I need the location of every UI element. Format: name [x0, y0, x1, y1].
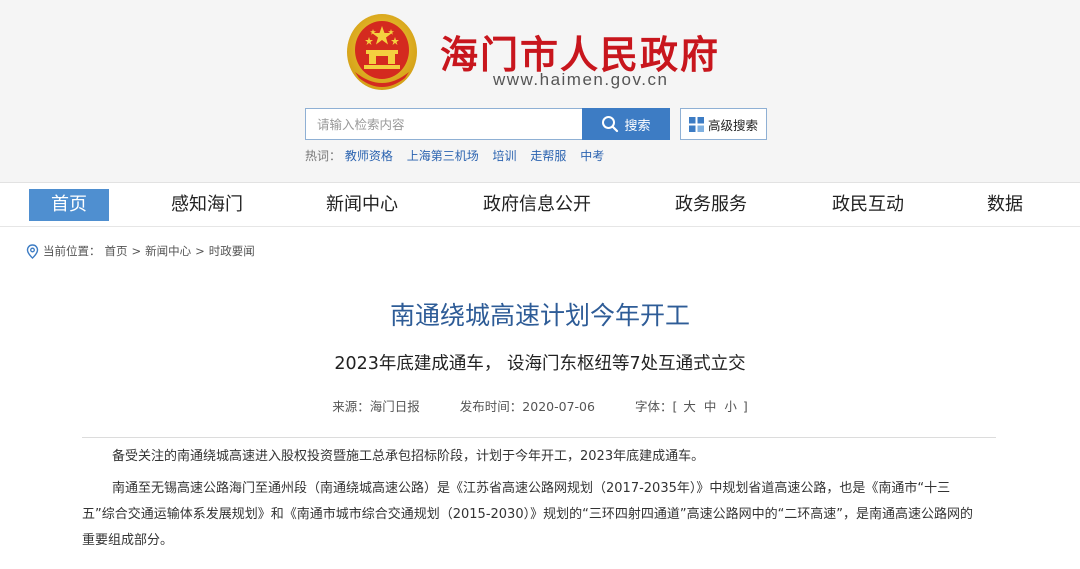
font-size-switch: 字体：[ 大 中 小 ]	[635, 399, 748, 414]
advanced-search-button[interactable]: 高级搜索	[680, 108, 767, 140]
article-meta: 来源：海门日报 发布时间：2020-07-06 字体：[ 大 中 小 ]	[0, 396, 1080, 415]
search-button[interactable]: 搜索	[582, 108, 670, 140]
breadcrumb: 当前位置： 首页 > 新闻中心 > 时政要闻	[26, 243, 255, 259]
breadcrumb-label: 当前位置：	[43, 244, 101, 258]
breadcrumb-separator: >	[195, 244, 205, 258]
breadcrumb-current[interactable]: 时政要闻	[209, 243, 255, 259]
font-size-large[interactable]: 大	[683, 399, 696, 414]
article-title: 南通绕城高速计划今年开工	[389, 301, 690, 330]
article-publish-time: 发布时间：2020-07-06	[459, 399, 595, 414]
hotword-link[interactable]: 培训	[493, 149, 517, 163]
font-size-small[interactable]: 小	[724, 399, 737, 414]
hotword-link[interactable]: 上海第三机场	[407, 149, 479, 163]
advanced-search-label: 高级搜索	[707, 117, 758, 133]
article-paragraph: 南通至无锡高速公路海门至通州段（南通绕城高速公路）是《江苏省高速公路网规划（20…	[82, 481, 974, 548]
font-size-close: ]	[742, 399, 748, 414]
search-button-label: 搜索	[624, 118, 651, 134]
article-subtitle: 2023年底建成通车， 设海门东枢纽等7处互通式立交	[334, 354, 746, 374]
font-size-medium[interactable]: 中	[704, 399, 717, 414]
search-icon	[602, 116, 619, 133]
font-size-label: 字体：[	[634, 399, 678, 414]
article-body: 备受关注的南通绕城高速进入股权投资暨施工总承包招标阶段，计划于今年开工，2023…	[82, 444, 982, 560]
nav-item-news-center[interactable]: 新闻中心	[315, 189, 409, 221]
nav-item-interaction[interactable]: 政民互动	[820, 189, 916, 221]
hotword-link[interactable]: 中考	[580, 149, 604, 163]
hotwords-label: 热词：	[305, 149, 342, 163]
hotword-link[interactable]: 教师资格	[345, 149, 393, 163]
grid-icon	[688, 116, 704, 132]
site-url: www.haimen.gov.cn	[493, 70, 669, 89]
hotword-link[interactable]: 走帮服	[530, 149, 566, 163]
hotwords: 热词： 教师资格 上海第三机场 培训 走帮服 中考	[305, 147, 614, 164]
article-paragraph: 备受关注的南通绕城高速进入股权投资暨施工总承包招标阶段，计划于今年开工，2023…	[112, 449, 705, 464]
nav-item-home[interactable]: 首页	[29, 189, 109, 221]
nav-item-data[interactable]: 数据	[975, 189, 1035, 221]
location-pin-icon	[26, 243, 39, 259]
breadcrumb-separator: >	[131, 244, 142, 258]
search-input[interactable]	[305, 108, 583, 140]
nav-item-perceive-haimen[interactable]: 感知海门	[160, 189, 254, 221]
article-divider	[82, 437, 996, 438]
national-emblem-icon	[347, 14, 417, 90]
site-header: 海门市人民政府 www.haimen.gov.cn 搜索 高级搜索 热词： 教师…	[0, 0, 1080, 182]
main-nav: 首页 感知海门 新闻中心 政府信息公开 政务服务 政民互动 数据	[0, 182, 1080, 227]
breadcrumb-home[interactable]: 首页	[105, 243, 128, 259]
breadcrumb-news-center[interactable]: 新闻中心	[145, 243, 191, 259]
article-source: 来源：海门日报	[332, 399, 420, 414]
nav-item-gov-services[interactable]: 政务服务	[663, 189, 759, 221]
nav-item-gov-info[interactable]: 政府信息公开	[470, 189, 604, 221]
